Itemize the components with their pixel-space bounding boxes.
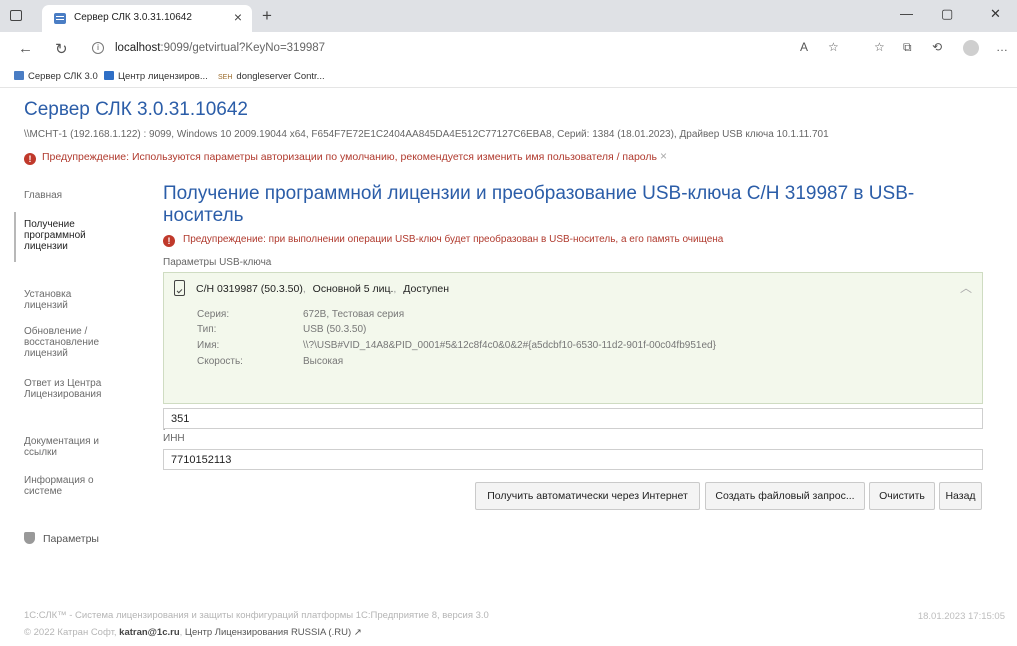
back-arrow-icon[interactable]: ← bbox=[18, 40, 33, 57]
url-host: localhost bbox=[115, 42, 161, 54]
inn-label: ИНН bbox=[163, 433, 185, 444]
address-bar[interactable]: localhost:9099/getvirtual?KeyNo=319987 bbox=[115, 42, 325, 54]
footer-copyright: © 2022 Катран Софт, bbox=[24, 627, 117, 638]
server-info: \\МСНТ-1 (192.168.1.122) : 9099, Windows… bbox=[24, 129, 829, 140]
warning-icon: ! bbox=[24, 153, 36, 165]
prop-label-speed: Скорость: bbox=[197, 356, 243, 367]
main-heading: Получение программной лицензии и преобра… bbox=[163, 183, 915, 226]
minimize-icon[interactable]: — bbox=[900, 6, 913, 21]
close-window-icon[interactable]: ✕ bbox=[990, 6, 1001, 22]
sidebar-item-system-info[interactable]: Информация о системе bbox=[24, 475, 114, 497]
key-status: Доступен bbox=[403, 283, 450, 295]
favorites-icon[interactable]: ☆ bbox=[874, 40, 885, 54]
browser-tab[interactable]: Сервер СЛК 3.0.31.10642 × bbox=[42, 5, 252, 32]
clear-button[interactable]: Очистить bbox=[869, 482, 935, 510]
inn-input[interactable] bbox=[163, 449, 983, 470]
auto-internet-button[interactable]: Получить автоматически через Интернет bbox=[475, 482, 700, 510]
key-summary: С/Н 0319987 (50.3.50), Основной 5 лиц., … bbox=[196, 283, 450, 295]
tab-title: Сервер СЛК 3.0.31.10642 bbox=[74, 12, 192, 23]
tab-actions-icon[interactable] bbox=[10, 10, 22, 21]
page-title: Сервер СЛК 3.0.31.10642 bbox=[24, 99, 248, 120]
refresh-icon[interactable]: ↻ bbox=[55, 40, 68, 58]
prop-value-series: 672B, Тестовая серия bbox=[303, 309, 405, 320]
sidebar-item-install[interactable]: Установка лицензий bbox=[24, 289, 114, 311]
seh-bookmark-icon: SEH bbox=[218, 74, 233, 81]
bookmarks-bar: Сервер СЛК 3.0 Центр лицензиров... SEH do… bbox=[0, 66, 1017, 88]
prop-label-type: Тип: bbox=[197, 324, 217, 335]
active-indicator bbox=[14, 212, 16, 262]
prop-label-name: Имя: bbox=[197, 340, 220, 351]
browser-toolbar: ← ↻ i localhost:9099/getvirtual?KeyNo=31… bbox=[0, 32, 1017, 66]
conversion-warning-text: Предупреждение: при выполнении операции … bbox=[183, 234, 724, 245]
reg-number-input[interactable] bbox=[163, 408, 983, 429]
new-tab-icon[interactable]: + bbox=[262, 6, 272, 26]
footer-email-link[interactable]: katran@1c.ru bbox=[119, 627, 179, 638]
bookmark-license-center[interactable]: Центр лицензиров... bbox=[104, 71, 208, 82]
sidebar-item-response[interactable]: Ответ из Центра Лицензирования bbox=[24, 378, 134, 400]
profile-avatar[interactable] bbox=[963, 40, 979, 56]
collections-icon[interactable]: ⧉ bbox=[903, 40, 912, 55]
url-path: :9099/getvirtual?KeyNo=319987 bbox=[160, 42, 326, 54]
maximize-icon[interactable]: ▢ bbox=[941, 6, 953, 22]
footer-product: 1С:СЛК™ - Система лицензирования и защит… bbox=[24, 610, 489, 621]
file-request-button[interactable]: Создать файловый запрос... bbox=[705, 482, 865, 510]
prop-value-speed: Высокая bbox=[303, 356, 344, 367]
sidebar-item-docs[interactable]: Документация и ссылки bbox=[24, 436, 124, 458]
prop-value-name: \\?\USB#VID_14A8&PID_0001#5&12c8f4c0&0&2… bbox=[303, 340, 716, 351]
bookmark-dongleserver[interactable]: SEH dongleserver Contr... bbox=[218, 71, 325, 82]
server-favicon-icon bbox=[54, 13, 66, 24]
settings-link[interactable]: Параметры bbox=[24, 532, 99, 545]
auth-warning: ! Предупреждение: Используются параметры … bbox=[24, 149, 667, 165]
usb-key-panel: С/Н 0319987 (50.3.50), Основной 5 лиц., … bbox=[163, 272, 983, 404]
server-bookmark-icon bbox=[14, 71, 24, 80]
back-button[interactable]: Назад bbox=[939, 482, 982, 510]
bookmark-server[interactable]: Сервер СЛК 3.0 bbox=[14, 71, 98, 82]
more-menu-icon[interactable]: … bbox=[996, 40, 1008, 54]
warning-icon: ! bbox=[163, 235, 175, 247]
prop-value-type: USB (50.3.50) bbox=[303, 324, 367, 335]
shield-icon bbox=[24, 532, 35, 544]
collapse-icon[interactable]: ︿ bbox=[960, 279, 972, 296]
conversion-warning: ! Предупреждение: при выполнении операции… bbox=[163, 234, 723, 247]
footer-timestamp: 18.01.2023 17:15:05 bbox=[917, 611, 1005, 622]
auth-warning-text: Предупреждение: Используются параметры а… bbox=[42, 151, 657, 163]
monitor-bookmark-icon bbox=[104, 71, 114, 80]
close-tab-icon[interactable]: × bbox=[234, 9, 242, 25]
sidebar-item-update[interactable]: Обновление / восстановление лицензий bbox=[24, 326, 119, 359]
site-info-icon[interactable]: i bbox=[92, 42, 104, 54]
settings-label: Параметры bbox=[43, 533, 99, 545]
dismiss-icon[interactable]: × bbox=[660, 149, 667, 163]
usb-params-label: Параметры USB-ключа bbox=[163, 257, 272, 268]
footer-center-link[interactable]: Центр Лицензирования RUSSIA (.RU) bbox=[185, 627, 351, 638]
browser-tab-strip: Сервер СЛК 3.0.31.10642 × + — ▢ ✕ bbox=[0, 0, 1017, 32]
sidebar-item-home[interactable]: Главная bbox=[24, 190, 139, 201]
key-serial: С/Н 0319987 (50.3.50) bbox=[196, 283, 303, 295]
sidebar-item-get-license[interactable]: Получение программной лицензии bbox=[24, 219, 114, 252]
read-aloud-icon[interactable]: A bbox=[800, 40, 808, 54]
footer-links: © 2022 Катран Софт, katran@1c.ru, Центр … bbox=[24, 627, 362, 638]
prop-label-series: Серия: bbox=[197, 309, 230, 320]
usb-key-icon bbox=[174, 280, 185, 296]
key-type: Основной 5 лиц. bbox=[312, 283, 394, 295]
history-icon[interactable]: ⟲ bbox=[932, 40, 942, 54]
external-link-icon: ↗ bbox=[353, 627, 362, 638]
add-favorite-icon[interactable]: ☆ bbox=[828, 40, 839, 54]
